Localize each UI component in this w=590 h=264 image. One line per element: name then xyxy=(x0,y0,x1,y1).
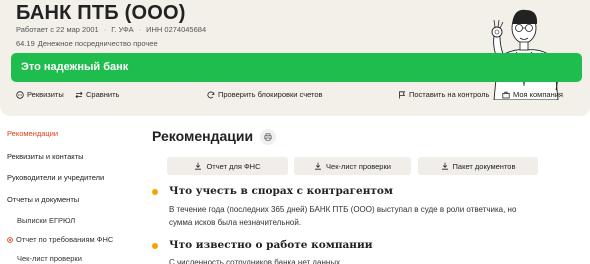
requisites-button[interactable]: Реквизиты xyxy=(16,90,64,99)
checklist-button[interactable]: Чек-лист проверки xyxy=(294,157,411,175)
documents-package-button[interactable]: Пакет документов xyxy=(418,157,538,175)
sidebar-item-recommendations[interactable]: Рекомендации xyxy=(7,129,58,138)
works-since: Работает с 22 мар 2001 xyxy=(16,25,99,34)
print-button[interactable] xyxy=(260,129,276,145)
section-text: В течение года (последних 365 дней) БАНК… xyxy=(169,205,517,227)
company-header: БАНК ПТБ (ООО) Работает с 22 мар 2001 · … xyxy=(0,0,590,116)
section-title: Что учесть в спорах с контрагентом xyxy=(169,185,394,197)
documents-package-label: Пакет документов xyxy=(452,161,516,171)
reliability-banner: Это надежный банк xyxy=(11,53,582,82)
refresh-icon xyxy=(207,91,215,98)
section-title: Что известно о работе компании xyxy=(169,239,373,251)
okved-text: Денежное посредничество прочее xyxy=(37,39,158,48)
company-toolbar: Реквизиты Сравнить Проверить блокировки … xyxy=(0,86,590,106)
monitor-button[interactable]: Поставить на контроль xyxy=(398,90,489,99)
sidebar-item-reports[interactable]: Отчеты и документы xyxy=(7,195,79,204)
compare-icon xyxy=(75,91,83,98)
download-icon xyxy=(315,162,322,170)
section-bullet xyxy=(152,189,158,195)
page-title: Рекомендации xyxy=(152,128,254,144)
sidebar-item-fns-report-label: Отчет по требованиям ФНС xyxy=(16,235,114,244)
fns-report-button[interactable]: Отчет для ФНС xyxy=(167,157,288,175)
company-inn: ИНН 0274045684 xyxy=(146,25,207,34)
checklist-label: Чек-лист проверки xyxy=(326,161,391,171)
compare-label: Сравнить xyxy=(86,90,120,99)
my-company-label: Моя компания xyxy=(513,90,563,99)
section-text: С численность сотрудников банка нет данн… xyxy=(169,258,341,264)
okved-code: 64.19 xyxy=(16,39,35,48)
briefcase-icon xyxy=(502,91,510,98)
mascot-illustration xyxy=(477,9,581,100)
page: БАНК ПТБ (ООО) Работает с 22 мар 2001 · … xyxy=(0,0,590,264)
sidebar-item-requisites[interactable]: Реквизиты и контакты xyxy=(7,152,84,161)
company-meta: Работает с 22 мар 2001 · Г. УФА · ИНН 02… xyxy=(16,25,206,34)
check-blocks-label: Проверить блокировки счетов xyxy=(218,90,323,99)
sidebar-item-checklist[interactable]: Чек-лист проверки xyxy=(17,254,82,263)
dots-icon xyxy=(16,90,24,99)
badge-icon xyxy=(7,237,13,243)
section-bullet xyxy=(152,243,158,249)
check-blocks-button[interactable]: Проверить блокировки счетов xyxy=(207,90,323,99)
company-city: Г. УФА xyxy=(111,25,134,34)
sidebar-item-management[interactable]: Руководители и учредители xyxy=(7,173,104,182)
flag-icon xyxy=(399,90,406,98)
download-icon xyxy=(441,162,448,170)
compare-button[interactable]: Сравнить xyxy=(75,90,119,99)
sidebar-item-fns-report[interactable]: Отчет по требованиям ФНС xyxy=(7,235,113,244)
okved-line: 64.19 Денежное посредничество прочее xyxy=(16,39,158,48)
sidebar-item-egrul[interactable]: Выписки ЕГРЮЛ xyxy=(17,216,75,225)
requisites-label: Реквизиты xyxy=(27,90,64,99)
monitor-label: Поставить на контроль xyxy=(409,90,490,99)
my-company-button[interactable]: Моя компания xyxy=(502,90,563,99)
meta-separator: · xyxy=(103,25,107,34)
meta-separator: · xyxy=(138,25,142,34)
fns-report-label: Отчет для ФНС xyxy=(206,161,261,171)
banner-text: Это надежный банк xyxy=(21,61,129,73)
company-name: БАНК ПТБ (ООО) xyxy=(16,2,186,24)
printer-icon xyxy=(264,133,272,141)
download-icon xyxy=(195,162,202,170)
